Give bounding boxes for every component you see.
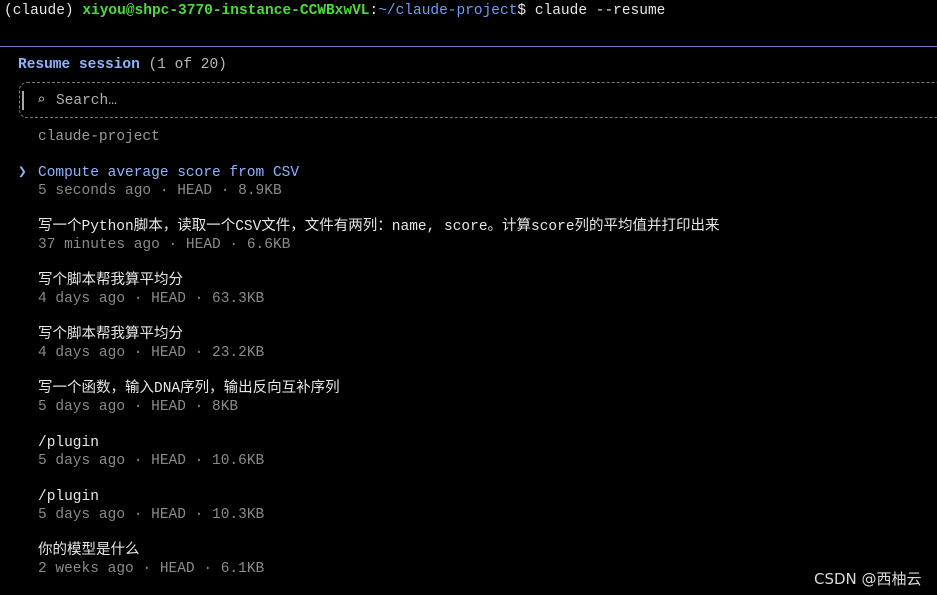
picker-title: Resume session — [18, 57, 140, 73]
session-meta: 4 days ago · HEAD · 63.3KB — [38, 291, 265, 307]
session-item[interactable]: 写一个Python脚本，读取一个CSV文件，文件有两列：name, score。… — [0, 218, 900, 256]
search-input[interactable] — [56, 92, 456, 110]
session-title: 写一个Python脚本，读取一个CSV文件，文件有两列：name, score。… — [38, 219, 720, 235]
separator-line — [0, 46, 937, 47]
session-item[interactable]: 写一个函数，输入DNA序列，输出反向互补序列 5 days ago · HEAD… — [0, 380, 900, 418]
prompt-user-host: xiyou@shpc-3770-instance-CCWBxwVL — [82, 3, 370, 19]
session-meta: 5 days ago · HEAD · 10.6KB — [38, 453, 265, 469]
picker-header: Resume session (1 of 20) — [18, 56, 227, 74]
session-item[interactable]: /plugin 5 days ago · HEAD · 10.3KB — [0, 488, 900, 526]
prompt-symbol: $ — [517, 3, 527, 19]
session-title: 写一个函数，输入DNA序列，输出反向互补序列 — [38, 381, 340, 397]
session-item[interactable]: 写个脚本帮我算平均分 4 days ago · HEAD · 63.3KB — [0, 272, 900, 310]
project-group-label: claude-project — [38, 129, 160, 145]
session-title: 写个脚本帮我算平均分 — [38, 273, 183, 289]
session-meta: 2 weeks ago · HEAD · 6.1KB — [38, 561, 265, 577]
session-meta: 5 days ago · HEAD · 8KB — [38, 399, 239, 415]
session-title: /plugin — [38, 435, 99, 451]
session-item[interactable]: /plugin 5 days ago · HEAD · 10.6KB — [0, 434, 900, 472]
session-item[interactable]: 写个脚本帮我算平均分 4 days ago · HEAD · 23.2KB — [0, 326, 900, 364]
session-item[interactable]: ❯ Compute average score from CSV 5 secon… — [0, 164, 900, 202]
session-count: (1 of 20) — [148, 57, 227, 73]
search-icon: ⌕ — [37, 93, 46, 109]
session-meta: 37 minutes ago · HEAD · 6.6KB — [38, 237, 291, 253]
session-title: /plugin — [38, 489, 99, 505]
session-item[interactable]: 你的模型是什么 2 weeks ago · HEAD · 6.1KB — [0, 542, 900, 580]
session-meta: 5 days ago · HEAD · 10.3KB — [38, 507, 265, 523]
prompt-colon: : — [369, 3, 379, 19]
session-meta: 5 seconds ago · HEAD · 8.9KB — [38, 183, 282, 199]
terminal-command: claude --resume — [534, 3, 666, 19]
session-meta: 4 days ago · HEAD · 23.2KB — [38, 345, 265, 361]
session-title: 你的模型是什么 — [38, 543, 140, 559]
selection-marker-icon: ❯ — [18, 165, 27, 181]
text-cursor — [22, 91, 24, 110]
session-title: Compute average score from CSV — [38, 165, 300, 181]
prompt-path: ~/claude-project — [378, 3, 518, 19]
prompt-env: (claude) — [4, 3, 74, 19]
terminal-prompt-line: (claude) xiyou@shpc-3770-instance-CCWBxw… — [4, 2, 665, 20]
session-title: 写个脚本帮我算平均分 — [38, 327, 183, 343]
csdn-watermark: CSDN @西柚云 — [814, 570, 922, 588]
